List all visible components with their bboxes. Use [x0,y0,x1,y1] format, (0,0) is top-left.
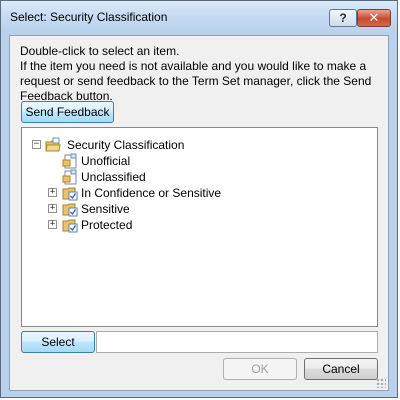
tree-item-label: Unofficial [81,154,131,168]
tree-item-in-confidence[interactable]: + In Confidence or Sensitive [48,185,268,201]
tree-root[interactable]: − Security Classification [32,137,232,153]
tree-item-protected[interactable]: + Protected [48,217,188,233]
tree-root-label: Security Classification [67,138,185,152]
tree-item-sensitive[interactable]: + Sensitive [48,201,188,217]
tree-item-label: Protected [81,218,133,232]
instruction-line-1: Double-click to select an item. [20,44,180,58]
collapse-icon[interactable]: − [32,140,41,149]
send-feedback-button[interactable]: Send Feedback [21,101,114,123]
term-folder-icon [62,185,78,201]
tree-item-label: Sensitive [81,202,130,216]
expand-icon[interactable]: + [48,188,57,197]
term-folder-icon [62,217,78,233]
expand-icon[interactable]: + [48,220,57,229]
term-icon [62,153,78,169]
dialog-body: Double-click to select an item. If the i… [9,35,389,391]
term-tree[interactable]: − Security Classification Unofficial Unc… [21,127,378,327]
instruction-line-2: If the item you need is not available an… [20,59,372,103]
expand-icon[interactable]: + [48,204,57,213]
tree-item-unofficial[interactable]: Unofficial [62,153,182,169]
dialog-window: Select: Security Classification ? ✕ Doub… [0,0,398,398]
tree-item-label: In Confidence or Sensitive [81,186,222,200]
help-button[interactable]: ? [329,9,357,27]
tree-item-unclassified[interactable]: Unclassified [62,169,182,185]
cancel-button[interactable]: Cancel [304,358,378,380]
term-folder-icon [62,201,78,217]
instructions: Double-click to select an item. If the i… [20,44,388,104]
resize-grip-icon[interactable] [376,378,386,388]
ok-button[interactable]: OK [223,358,297,380]
selected-term-field[interactable] [96,331,378,353]
select-button[interactable]: Select [21,331,95,353]
term-set-icon [45,137,61,153]
term-icon [62,169,78,185]
tree-item-label: Unclassified [81,170,146,184]
window-title: Select: Security Classification [10,10,168,24]
title-bar[interactable]: Select: Security Classification ? ✕ [1,1,397,33]
close-button[interactable]: ✕ [357,9,391,27]
